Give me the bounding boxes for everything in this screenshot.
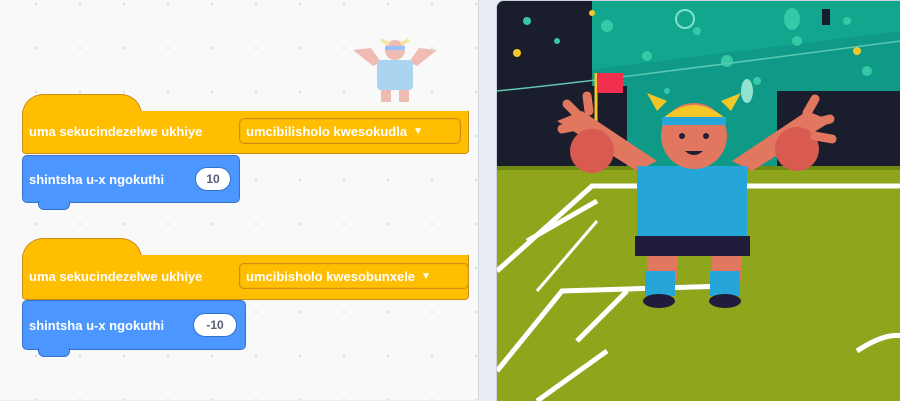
change-x-value-input[interactable]: 10 bbox=[195, 167, 231, 191]
motion-block-label: shintsha u-x ngokuthi bbox=[29, 318, 165, 333]
stage-backdrop bbox=[497, 1, 900, 401]
change-x-block[interactable]: shintsha u-x ngokuthi 10 bbox=[22, 155, 240, 203]
hat-block-label: uma sekucindezelwe ukhiye bbox=[29, 124, 203, 139]
change-x-value-input[interactable]: -10 bbox=[193, 313, 237, 337]
code-area[interactable]: uma sekucindezelwe ukhiye umcibilisholo … bbox=[0, 0, 478, 400]
sprite-thumbnail-icon bbox=[353, 38, 437, 102]
chevron-down-icon: ▼ bbox=[413, 125, 423, 137]
key-dropdown-value: umcibilisholo kwesokudla bbox=[246, 123, 408, 139]
key-dropdown-value: umcibisholo kwesobunxele bbox=[246, 268, 416, 284]
when-key-pressed-block[interactable]: uma sekucindezelwe ukhiye umcibisholo kw… bbox=[22, 255, 469, 300]
when-key-pressed-block[interactable]: uma sekucindezelwe ukhiye umcibilisholo … bbox=[22, 111, 469, 154]
panel-divider bbox=[478, 0, 497, 400]
motion-block-label: shintsha u-x ngokuthi bbox=[29, 172, 165, 187]
block-notch bbox=[38, 348, 70, 357]
stage[interactable] bbox=[496, 0, 900, 401]
chevron-down-icon: ▼ bbox=[421, 270, 431, 282]
hat-block-label: uma sekucindezelwe ukhiye bbox=[29, 269, 203, 284]
block-notch bbox=[38, 201, 70, 210]
change-x-block[interactable]: shintsha u-x ngokuthi -10 bbox=[22, 300, 246, 350]
key-dropdown[interactable]: umcibisholo kwesobunxele ▼ bbox=[239, 263, 469, 289]
key-dropdown[interactable]: umcibilisholo kwesokudla ▼ bbox=[239, 118, 461, 144]
